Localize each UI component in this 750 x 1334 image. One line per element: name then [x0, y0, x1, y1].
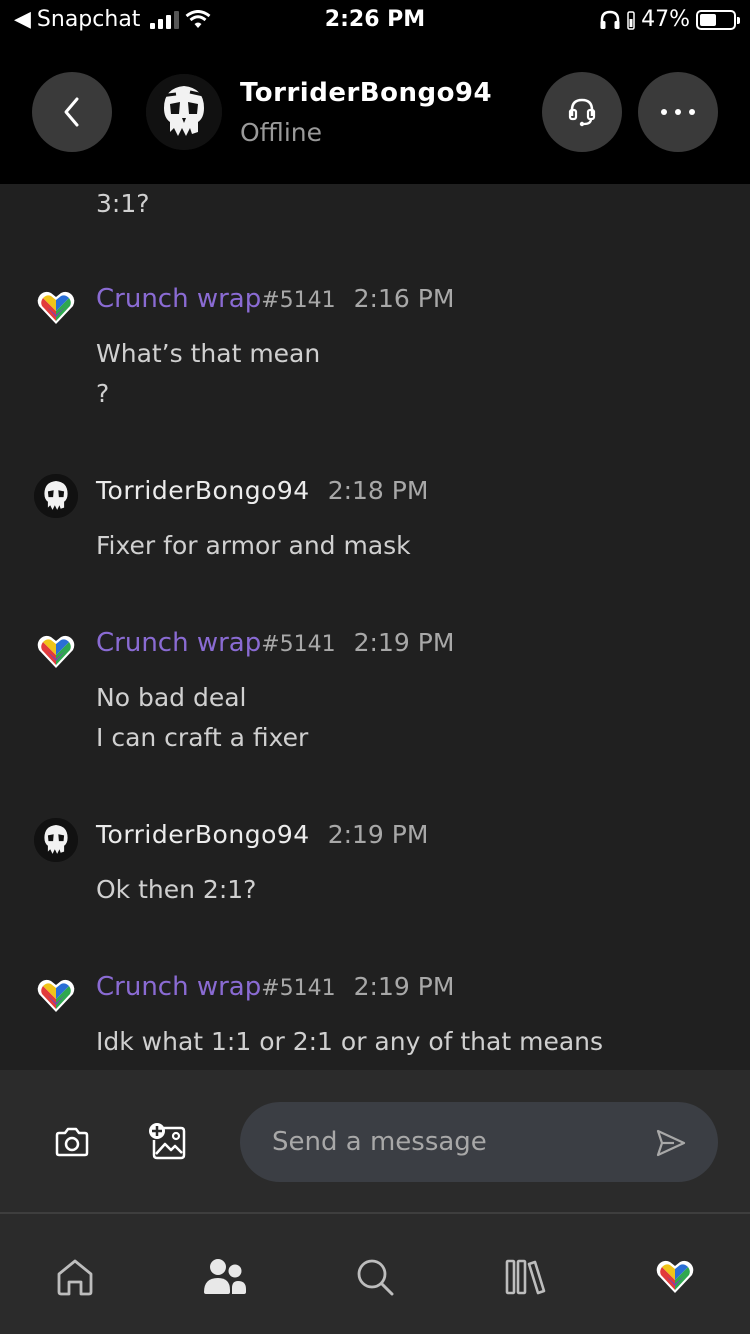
message-time: 2:18 PM [327, 476, 429, 505]
sender-name[interactable]: Crunch wrap [96, 628, 261, 658]
sender-avatar[interactable] [34, 474, 78, 518]
sender-name[interactable]: TorriderBongo94 [96, 820, 310, 849]
more-dots-icon [661, 109, 695, 115]
bottom-nav [0, 1214, 750, 1334]
sender-name[interactable]: Crunch wrap [96, 284, 261, 314]
search-icon [357, 1259, 394, 1296]
sender-name[interactable]: TorriderBongo94 [96, 476, 310, 505]
message-composer [0, 1070, 750, 1212]
headphones-icon [600, 10, 620, 29]
rainbow-heart-icon [37, 635, 75, 668]
battery-percent: 47% [641, 7, 690, 32]
profile-icon [656, 1260, 694, 1293]
camera-icon [55, 1127, 89, 1157]
back-button[interactable] [32, 72, 112, 152]
message-line: I can craft a fixer [96, 723, 309, 752]
headphone-battery-icon [627, 10, 635, 30]
library-icon [505, 1259, 546, 1295]
message-time: 2:16 PM [353, 284, 455, 313]
message-time: 2:19 PM [353, 972, 455, 1001]
headset-icon [568, 98, 596, 127]
nav-profile[interactable] [650, 1252, 700, 1302]
partial-message-text: 3:1? [96, 189, 150, 218]
more-options-button[interactable] [638, 72, 718, 152]
contact-name: TorriderBongo94 [240, 78, 493, 108]
home-icon [57, 1259, 93, 1296]
skull-icon [34, 818, 78, 862]
message-body: Fixer for armor and mask [96, 526, 411, 566]
sender-tag: #5141 [261, 632, 336, 657]
message-line: Idk what 1:1 or 2:1 or any of that means [96, 1027, 604, 1056]
message-body: No bad deal I can craft a fixer [96, 678, 308, 758]
status-bar: ◀ Snapchat 2:26 PM 47% [0, 0, 750, 40]
sender-tag: #5141 [261, 288, 336, 313]
message-time: 2:19 PM [353, 628, 455, 657]
rainbow-heart-icon [37, 979, 75, 1012]
friends-icon [204, 1259, 246, 1294]
message-input-box[interactable] [240, 1102, 718, 1182]
camera-button[interactable] [48, 1118, 96, 1166]
nav-friends[interactable] [200, 1252, 250, 1302]
message-line: Ok then 2:1? [96, 875, 257, 904]
message-line: No bad deal [96, 683, 247, 712]
sender-avatar[interactable] [34, 286, 78, 330]
sender-avatar[interactable] [34, 630, 78, 674]
sender-name[interactable]: Crunch wrap [96, 972, 261, 1002]
message-line: ? [96, 379, 110, 408]
message-body: Ok then 2:1? [96, 870, 256, 910]
chat-header: TorriderBongo94 Offline [0, 40, 750, 184]
sender-avatar[interactable] [34, 974, 78, 1018]
message-line: What’s that mean [96, 339, 321, 368]
contact-status: Offline [240, 118, 323, 147]
nav-library[interactable] [500, 1252, 550, 1302]
skull-icon [34, 474, 78, 518]
contact-avatar[interactable] [146, 74, 222, 150]
battery-icon [696, 9, 740, 30]
send-icon[interactable] [654, 1126, 688, 1160]
sender-avatar[interactable] [34, 818, 78, 862]
rainbow-heart-icon [37, 291, 75, 324]
message-list[interactable]: 3:1? Crunch wrap #5141 2:16 PM What’s that… [0, 184, 750, 1070]
voice-call-button[interactable] [542, 72, 622, 152]
nav-home[interactable] [50, 1252, 100, 1302]
message-body: What’s that mean ? [96, 334, 320, 414]
message-time: 2:19 PM [327, 820, 429, 849]
add-image-icon [149, 1123, 186, 1160]
chevron-left-icon [64, 97, 79, 127]
message-line: Fixer for armor and mask [96, 531, 411, 560]
nav-search[interactable] [350, 1252, 400, 1302]
add-image-button[interactable] [144, 1118, 192, 1166]
message-input[interactable] [272, 1102, 642, 1182]
skull-icon [146, 74, 222, 150]
message-body: Idk what 1:1 or 2:1 or any of that means [96, 1022, 603, 1062]
sender-tag: #5141 [261, 976, 336, 1001]
